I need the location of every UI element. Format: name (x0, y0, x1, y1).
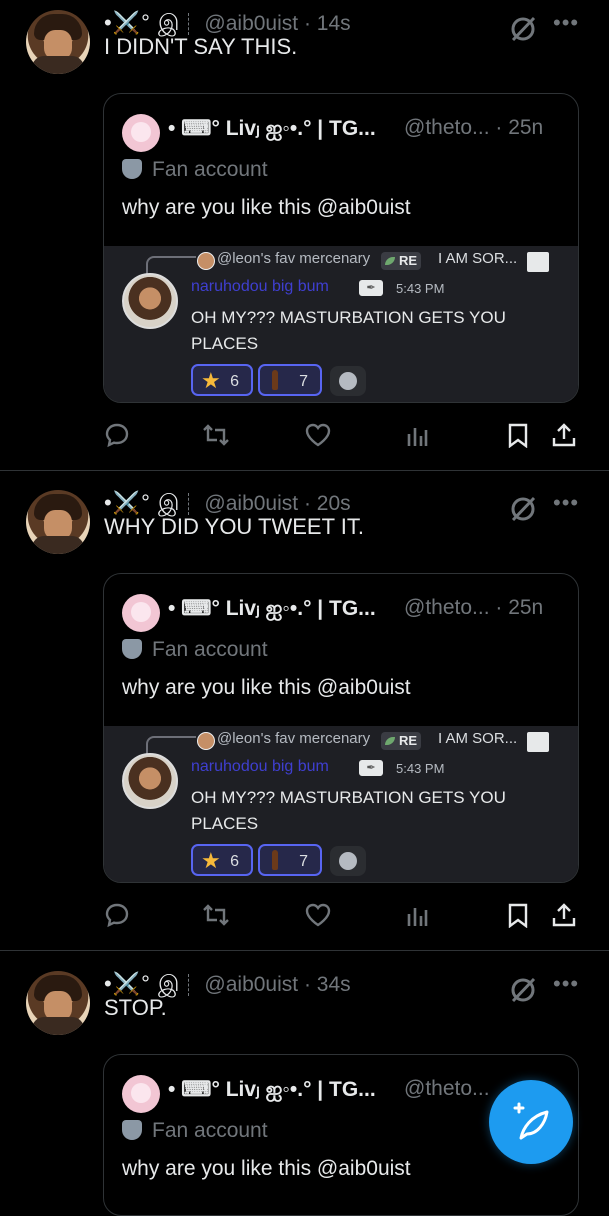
compose-button[interactable] (489, 1080, 573, 1164)
reply-avatar (197, 252, 215, 270)
avatar[interactable] (26, 971, 90, 1035)
quote-handle-time: @theto... (404, 1077, 490, 1100)
avatar[interactable] (26, 490, 90, 554)
quoted-tweet[interactable]: • ⌨° Livⱼ ஐ◦•.° | TG... @theto... · 25n … (103, 573, 579, 883)
quote-text: why are you like this @aib0uist (122, 196, 411, 219)
reaction-star: ★ 6 (191, 844, 253, 876)
reply-text: I AM SOR... (438, 250, 518, 267)
more-icon[interactable]: ••• (553, 490, 579, 516)
message-time: 5:43 PM (396, 761, 445, 776)
message-author: naruhodou big bum (191, 758, 329, 775)
reaction-bottle: 7 (258, 364, 322, 396)
quote-avatar[interactable] (122, 1075, 160, 1113)
retweet-icon[interactable] (202, 902, 230, 928)
display-name[interactable]: •⚔️° இ (104, 490, 180, 515)
grok-icon[interactable] (508, 975, 538, 1005)
tweet[interactable]: •⚔️° இ @aib0uist · 20s ••• WHY DID YOU TW… (0, 480, 609, 950)
compose-icon (513, 1102, 549, 1140)
divider (0, 950, 609, 951)
handle-time[interactable]: @aib0uist · 34s (204, 973, 350, 996)
bottle-icon (272, 850, 278, 870)
display-name[interactable]: •⚔️° இ (104, 10, 180, 35)
reply-tag: RE (381, 252, 422, 270)
views-icon[interactable] (405, 902, 429, 928)
reply-author: @leon's fav mercenary (217, 730, 371, 747)
message-time: 5:43 PM (396, 281, 445, 296)
tweet-text: I DIDN'T SAY THIS. (104, 34, 298, 59)
bookmark-icon[interactable] (506, 422, 530, 448)
app-tag-icon: ✒ (359, 280, 383, 296)
quote-avatar[interactable] (122, 114, 160, 152)
share-icon[interactable] (551, 422, 577, 448)
quoted-tweet[interactable]: • ⌨° Livⱼ ஐ◦•.° | TG... @theto... · 25n … (103, 93, 579, 403)
fan-account-badge: Fan account (122, 158, 268, 182)
quote-text: why are you like this @aib0uist (122, 676, 411, 699)
reply-text: I AM SOR... (438, 730, 518, 747)
reply-tag: RE (381, 732, 422, 750)
quote-display-name: • ⌨° Livⱼ ஐ◦•.° | TG... (168, 597, 376, 620)
like-icon[interactable] (304, 422, 332, 448)
share-icon[interactable] (551, 902, 577, 928)
mask-icon (122, 1120, 142, 1140)
avatar[interactable] (26, 10, 90, 74)
reply-author: @leon's fav mercenary (217, 250, 371, 267)
action-bar (0, 422, 609, 452)
action-bar (0, 902, 609, 932)
display-name[interactable]: •⚔️° இ (104, 971, 180, 996)
star-icon: ★ (201, 848, 221, 873)
quote-display-name: • ⌨° Livⱼ ஐ◦•.° | TG... (168, 117, 376, 140)
message-avatar (122, 753, 178, 809)
app-tag-icon: ✒ (359, 760, 383, 776)
quote-text: why are you like this @aib0uist (122, 1157, 411, 1180)
tweet-text: WHY DID YOU TWEET IT. (104, 514, 364, 539)
like-icon[interactable] (304, 902, 332, 928)
reply-icon[interactable] (104, 422, 130, 448)
more-icon[interactable]: ••• (553, 971, 579, 997)
fan-account-badge: Fan account (122, 1119, 268, 1143)
message-author: naruhodou big bum (191, 278, 329, 295)
star-icon: ★ (201, 368, 221, 393)
quote-media-screenshot[interactable]: @leon's fav mercenary RE I AM SOR... nar… (104, 246, 578, 402)
reaction-star: ★ 6 (191, 364, 253, 396)
views-icon[interactable] (405, 422, 429, 448)
quote-handle-time: @theto... · 25n (404, 116, 544, 139)
quote-handle-time: @theto... · 25n (404, 596, 544, 619)
handle-time[interactable]: @aib0uist · 14s (204, 12, 350, 35)
message-text: OH MY??? MASTURBATION GETS YOU PLACES (191, 308, 506, 353)
more-icon[interactable]: ••• (553, 10, 579, 36)
image-icon (527, 252, 549, 272)
add-reaction-icon (330, 846, 366, 876)
quote-media-screenshot[interactable]: @leon's fav mercenary RE I AM SOR... nar… (104, 726, 578, 882)
quote-display-name: • ⌨° Livⱼ ஐ◦•.° | TG... (168, 1078, 376, 1101)
bottle-icon (272, 370, 278, 390)
message-avatar (122, 273, 178, 329)
message-text: OH MY??? MASTURBATION GETS YOU PLACES (191, 788, 506, 833)
image-icon (527, 732, 549, 752)
tweet[interactable]: •⚔️° இ @aib0uist · 14s ••• I DIDN'T SAY T… (0, 0, 609, 470)
mask-icon (122, 159, 142, 179)
quote-avatar[interactable] (122, 594, 160, 632)
handle-time[interactable]: @aib0uist · 20s (204, 492, 350, 515)
add-reaction-icon (330, 366, 366, 396)
grok-icon[interactable] (508, 14, 538, 44)
reply-icon[interactable] (104, 902, 130, 928)
reply-avatar (197, 732, 215, 750)
grok-icon[interactable] (508, 494, 538, 524)
reaction-bottle: 7 (258, 844, 322, 876)
fan-account-badge: Fan account (122, 638, 268, 662)
divider (0, 470, 609, 471)
tweet-text: STOP. (104, 995, 167, 1020)
bookmark-icon[interactable] (506, 902, 530, 928)
retweet-icon[interactable] (202, 422, 230, 448)
tweet[interactable]: •⚔️° இ @aib0uist · 34s ••• STOP. • ⌨° Liv… (0, 961, 609, 1216)
mask-icon (122, 639, 142, 659)
